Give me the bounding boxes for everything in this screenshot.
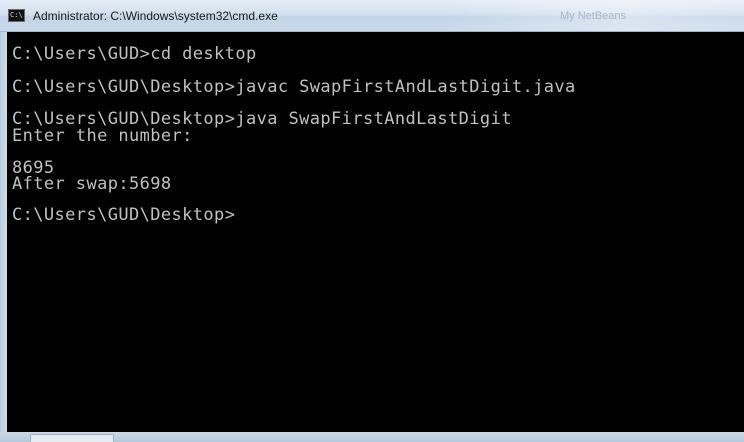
window-frame-left xyxy=(0,32,7,442)
cmd-icon-glyph: C:\ xyxy=(10,11,23,19)
console-output[interactable]: C:\Users\GUD>cd desktop C:\Users\GUD\Des… xyxy=(7,32,744,432)
console-prompt: C:\Users\GUD\Desktop> xyxy=(12,205,236,225)
background-window-title: My NetBeans xyxy=(560,10,627,22)
title-bar[interactable]: C:\ Administrator: C:\Windows\system32\c… xyxy=(0,0,744,32)
taskbar-tab[interactable] xyxy=(30,434,114,442)
cmd-window: C:\ Administrator: C:\Windows\system32\c… xyxy=(0,0,744,442)
console-line: Enter the number: xyxy=(12,126,193,146)
console-line: C:\Users\GUD\Desktop>javac SwapFirstAndL… xyxy=(12,77,576,97)
console-line: C:\Users\GUD>cd desktop xyxy=(12,44,257,64)
window-title: Administrator: C:\Windows\system32\cmd.e… xyxy=(33,9,278,23)
cmd-icon[interactable]: C:\ xyxy=(8,9,25,22)
console-line: After swap:5698 xyxy=(12,174,172,194)
